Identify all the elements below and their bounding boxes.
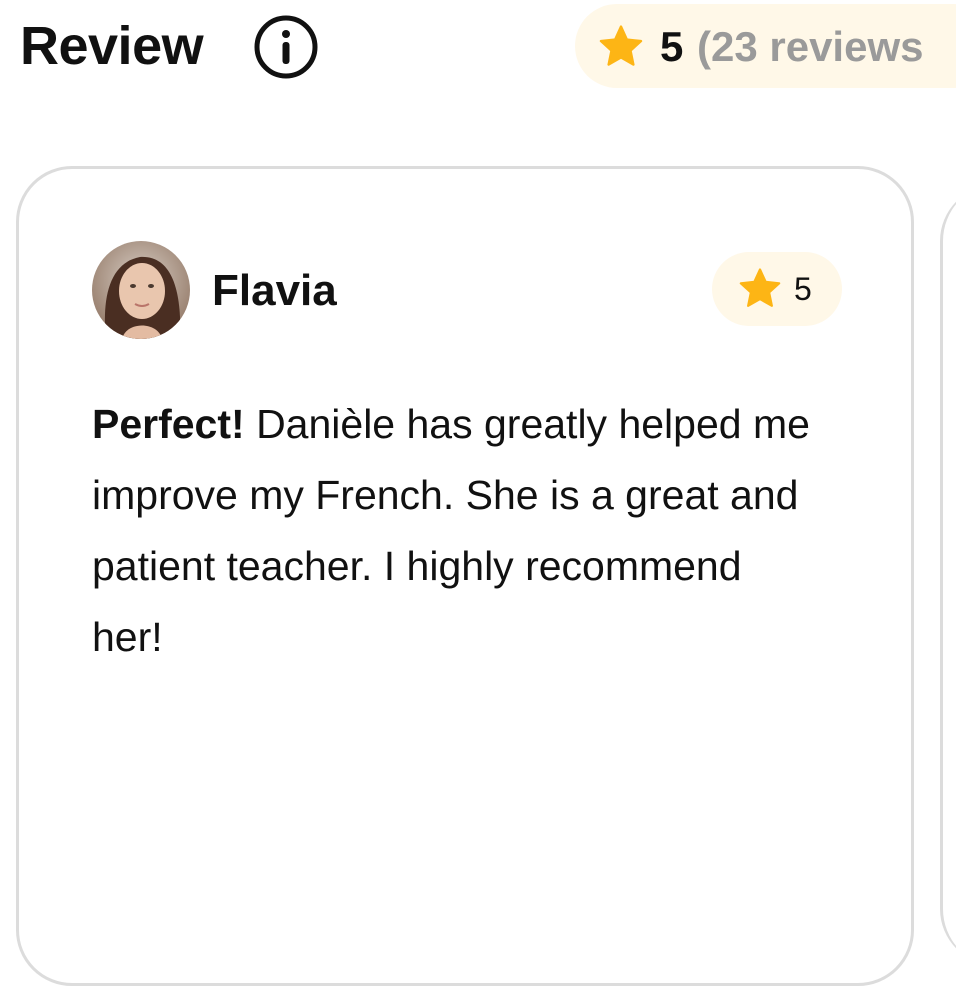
review-rating-value: 5 — [794, 271, 812, 307]
overall-rating-badge[interactable]: 5 (23 reviews — [575, 4, 956, 88]
review-rating-badge: 5 — [712, 252, 842, 326]
reviews-header: Review 5 (23 reviews — [0, 0, 956, 100]
star-icon — [599, 25, 643, 66]
reviewer-avatar — [92, 241, 190, 339]
section-title: Review — [20, 16, 204, 76]
review-headline: Perfect! — [92, 401, 245, 447]
info-circle-icon[interactable] — [253, 14, 319, 80]
reviews-page: Review 5 (23 reviews Flavia 5 Perfect! D… — [0, 0, 956, 1006]
reviewer-name: Flavia — [212, 266, 337, 315]
reviews-count: (23 reviews — [697, 23, 924, 70]
star-icon — [739, 268, 781, 307]
review-card[interactable]: Flavia 5 Perfect! Danièle has greatly he… — [16, 166, 914, 986]
next-review-card[interactable] — [940, 185, 956, 965]
review-text: Perfect! Danièle has greatly helped me i… — [92, 389, 812, 673]
average-rating: 5 — [660, 23, 684, 70]
